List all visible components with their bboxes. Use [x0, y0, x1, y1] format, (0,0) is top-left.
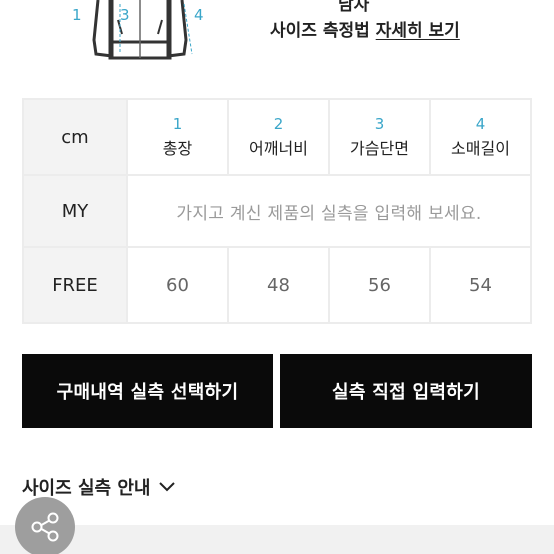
- measure-method-line: 사이즈 측정법 자세히 보기: [270, 16, 460, 41]
- column-number: 4: [475, 115, 486, 133]
- chevron-down-icon: [159, 482, 176, 492]
- table-header-row: cm 1 총장 2 어깨너비 3 가슴단면 4 소매길이: [22, 98, 532, 176]
- size-guide-label: 사이즈 실측 안내: [22, 478, 151, 499]
- column-header: 2 어깨너비: [227, 98, 330, 176]
- bottom-divider: [0, 525, 554, 554]
- measure-method-title: 사이즈 측정법: [270, 21, 376, 41]
- direct-input-measure-button[interactable]: 실측 직접 입력하기: [280, 354, 532, 428]
- column-name: 소매길이: [451, 139, 510, 158]
- my-size-input[interactable]: 가지고 계신 제품의 실측을 입력해 보세요.: [126, 174, 532, 248]
- size-table: cm 1 총장 2 어깨너비 3 가슴단면 4 소매길이 MY 가지고 계신 제…: [22, 98, 532, 324]
- column-name: 어깨너비: [249, 139, 308, 158]
- gender-label-partial: 남자: [338, 0, 370, 15]
- free-size-row: FREE 60 48 56 54: [22, 246, 532, 324]
- table-cell: 48: [227, 246, 330, 324]
- measure-number-4: 4: [194, 6, 204, 24]
- my-size-placeholder: 가지고 계신 제품의 실측을 입력해 보세요.: [176, 203, 482, 224]
- column-header: 4 소매길이: [429, 98, 532, 176]
- column-name: 가슴단면: [350, 139, 409, 158]
- select-purchase-measure-button[interactable]: 구매내역 실측 선택하기: [22, 354, 273, 428]
- column-number: 1: [172, 115, 183, 133]
- measure-number-1: 1: [72, 6, 82, 24]
- share-button[interactable]: [15, 497, 75, 554]
- table-cell: 54: [429, 246, 532, 324]
- measure-number-3: 3: [120, 6, 130, 24]
- column-number: 2: [273, 115, 284, 133]
- table-cell: 56: [328, 246, 431, 324]
- measurement-illustration: 1 3 4: [60, 0, 220, 62]
- unit-label: cm: [22, 98, 128, 176]
- column-header: 1 총장: [126, 98, 229, 176]
- free-row-label: FREE: [22, 246, 128, 324]
- table-cell: 60: [126, 246, 229, 324]
- my-row-label: MY: [22, 174, 128, 248]
- column-header: 3 가슴단면: [328, 98, 431, 176]
- share-icon: [31, 512, 59, 542]
- my-size-row: MY 가지고 계신 제품의 실측을 입력해 보세요.: [22, 174, 532, 248]
- column-name: 총장: [162, 139, 193, 158]
- view-details-link[interactable]: 자세히 보기: [376, 21, 460, 41]
- column-number: 3: [374, 115, 385, 133]
